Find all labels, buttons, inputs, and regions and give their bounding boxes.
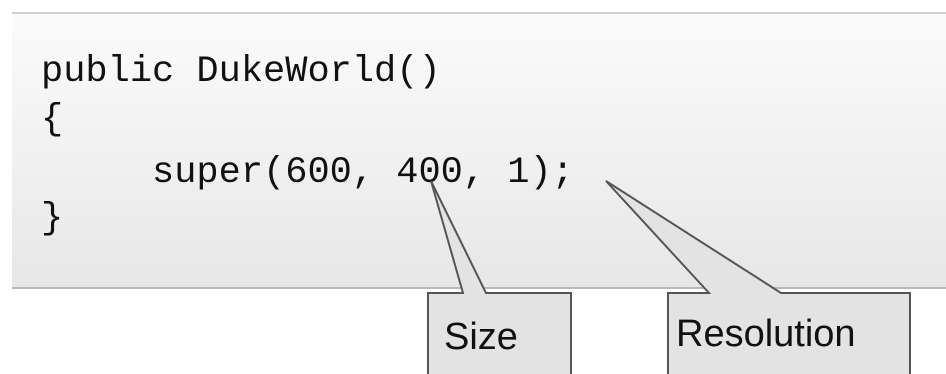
resolution-callout-label: Resolution <box>676 313 856 355</box>
size-callout-label: Size <box>444 316 518 358</box>
